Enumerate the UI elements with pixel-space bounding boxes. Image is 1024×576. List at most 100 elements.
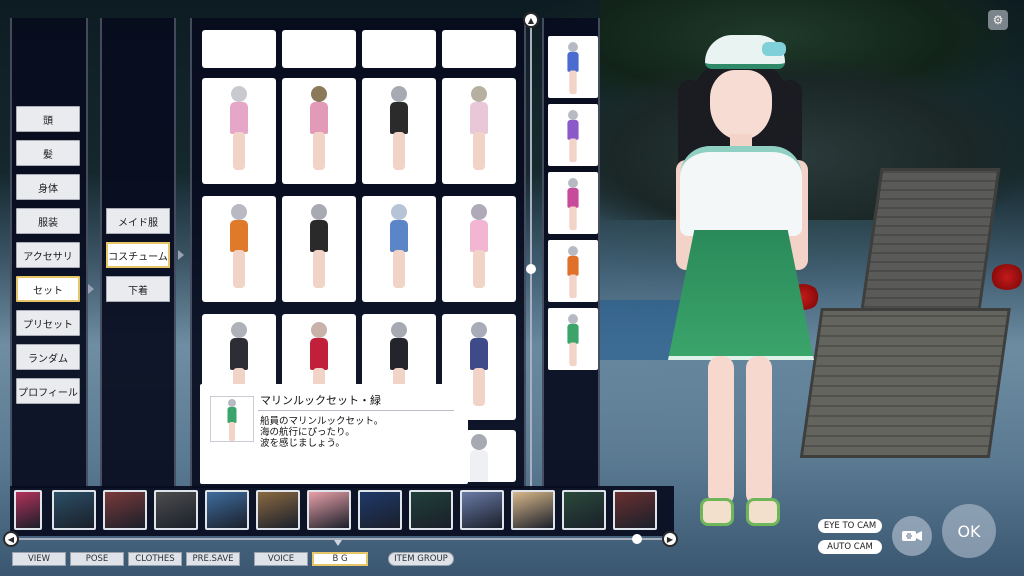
outfit-scrollbar-thumb[interactable] bbox=[526, 264, 536, 274]
tab-voice[interactable]: VOICE bbox=[254, 552, 308, 566]
bg-scroll-left-button[interactable]: ◀ bbox=[3, 531, 19, 547]
tab-pre-save[interactable]: PRE.SAVE bbox=[186, 552, 240, 566]
category-arrow-icon bbox=[88, 284, 94, 294]
figure-body bbox=[310, 102, 328, 134]
figure-legs bbox=[473, 368, 485, 406]
bg-thumbnail[interactable] bbox=[409, 490, 453, 530]
category-profile-button[interactable]: プロフィール bbox=[16, 378, 80, 404]
outfit-tooltip: マリンルックセット・緑 船員のマリンルックセット。 海の航行にぴったり。 波を感… bbox=[200, 384, 468, 484]
outfit-card-partial[interactable] bbox=[202, 30, 276, 68]
outfit-card-partial[interactable] bbox=[442, 30, 516, 68]
figure-head bbox=[568, 110, 578, 120]
outfit-card[interactable] bbox=[282, 196, 356, 302]
figure-body bbox=[567, 323, 579, 344]
figure-legs bbox=[473, 250, 485, 288]
recent-outfit-thumb[interactable] bbox=[548, 104, 598, 166]
subcategory-maid-button[interactable]: メイド服 bbox=[106, 208, 170, 234]
bg-scroll-right-button[interactable]: ▶ bbox=[662, 531, 678, 547]
figure-body bbox=[390, 338, 408, 370]
chair-seat bbox=[799, 308, 1011, 458]
gear-icon[interactable]: ⚙ bbox=[988, 10, 1008, 30]
bg-thumbnail[interactable] bbox=[154, 490, 198, 530]
tab-clothes[interactable]: CLOTHES bbox=[128, 552, 182, 566]
outfit-card[interactable] bbox=[362, 196, 436, 302]
bg-thumbnail[interactable] bbox=[14, 490, 42, 530]
category-set-button[interactable]: セット bbox=[16, 276, 80, 302]
subcategory-arrow-icon bbox=[178, 250, 184, 260]
bg-thumbnail[interactable] bbox=[613, 490, 657, 530]
triangle-left-icon: ◀ bbox=[7, 534, 15, 544]
recent-outfit-thumb[interactable] bbox=[548, 240, 598, 302]
bg-thumbnail[interactable] bbox=[256, 490, 300, 530]
category-clothing-button[interactable]: 服装 bbox=[16, 208, 80, 234]
outfit-card[interactable] bbox=[202, 196, 276, 302]
figure-body bbox=[310, 338, 328, 370]
tooltip-description: 船員のマリンルックセット。 海の航行にぴったり。 波を感じましょう。 bbox=[260, 416, 383, 449]
bg-thumbnail[interactable] bbox=[460, 490, 504, 530]
outfit-card[interactable] bbox=[442, 196, 516, 302]
ok-button[interactable]: OK bbox=[942, 504, 996, 558]
scroll-up-button[interactable]: ▲ bbox=[523, 12, 539, 28]
figure-head bbox=[568, 42, 578, 52]
subcategory-underwear-button[interactable]: 下着 bbox=[106, 276, 170, 302]
figure-body bbox=[390, 220, 408, 252]
bg-thumbnail[interactable] bbox=[52, 490, 96, 530]
recent-outfit-thumb[interactable] bbox=[548, 36, 598, 98]
category-hair-button[interactable]: 髪 bbox=[16, 140, 80, 166]
outfit-card[interactable] bbox=[362, 78, 436, 184]
figure-body bbox=[567, 51, 579, 72]
figure-head bbox=[391, 204, 407, 220]
tab-pose[interactable]: POSE bbox=[70, 552, 124, 566]
figure-body bbox=[567, 119, 579, 140]
recent-outfit-thumb[interactable] bbox=[548, 308, 598, 370]
bg-strip-scrollbar[interactable] bbox=[14, 538, 674, 540]
category-random-button[interactable]: ランダム bbox=[16, 344, 80, 370]
subcategory-costume-button[interactable]: コスチューム bbox=[106, 242, 170, 268]
bg-thumbnail[interactable] bbox=[358, 490, 402, 530]
tooltip-title: マリンルックセット・緑 bbox=[260, 394, 381, 407]
chair-back bbox=[859, 168, 1001, 318]
auto-cam-button[interactable]: AUTO CAM bbox=[818, 540, 882, 554]
figure-head bbox=[228, 399, 236, 407]
face bbox=[710, 70, 772, 140]
figure-body bbox=[470, 220, 488, 252]
figure-body bbox=[567, 255, 579, 276]
tab-caret-icon bbox=[334, 540, 342, 546]
outfit-card-partial[interactable] bbox=[282, 30, 356, 68]
outfit-card[interactable] bbox=[282, 78, 356, 184]
figure-head bbox=[231, 204, 247, 220]
figure-body bbox=[390, 102, 408, 134]
sandal-right bbox=[746, 498, 780, 526]
bg-strip-scroll-thumb[interactable] bbox=[632, 534, 642, 544]
outfit-scrollbar-track[interactable] bbox=[530, 20, 532, 490]
bg-thumbnail[interactable] bbox=[307, 490, 351, 530]
bg-thumbnail[interactable] bbox=[103, 490, 147, 530]
figure-body bbox=[470, 102, 488, 134]
figure-legs bbox=[229, 422, 235, 441]
tooltip-divider bbox=[258, 410, 454, 411]
figure-body bbox=[470, 450, 488, 482]
character-model[interactable] bbox=[660, 30, 820, 540]
figure-legs bbox=[569, 274, 577, 299]
sailor-shirt bbox=[680, 146, 802, 236]
category-preset-button[interactable]: プリセット bbox=[16, 310, 80, 336]
outfit-card-partial[interactable] bbox=[362, 30, 436, 68]
category-head-button[interactable]: 頭 bbox=[16, 106, 80, 132]
outfit-card[interactable] bbox=[442, 78, 516, 184]
tab-bg[interactable]: B G bbox=[312, 552, 368, 566]
category-accessory-button[interactable]: アクセサリ bbox=[16, 242, 80, 268]
category-body-button[interactable]: 身体 bbox=[16, 174, 80, 200]
figure-legs bbox=[569, 138, 577, 163]
figure-head bbox=[568, 314, 578, 324]
bg-thumbnail[interactable] bbox=[511, 490, 555, 530]
eye-to-cam-button[interactable]: EYE TO CAM bbox=[818, 519, 882, 533]
item-group-button[interactable]: ITEM GROUP bbox=[388, 552, 454, 566]
video-camera-plus-icon bbox=[902, 531, 922, 541]
tab-view[interactable]: VIEW bbox=[12, 552, 66, 566]
add-camera-button[interactable] bbox=[892, 516, 932, 556]
bg-thumbnail[interactable] bbox=[205, 490, 249, 530]
recent-outfit-thumb[interactable] bbox=[548, 172, 598, 234]
outfit-card[interactable] bbox=[202, 78, 276, 184]
leg-left bbox=[708, 356, 734, 506]
bg-thumbnail[interactable] bbox=[562, 490, 606, 530]
